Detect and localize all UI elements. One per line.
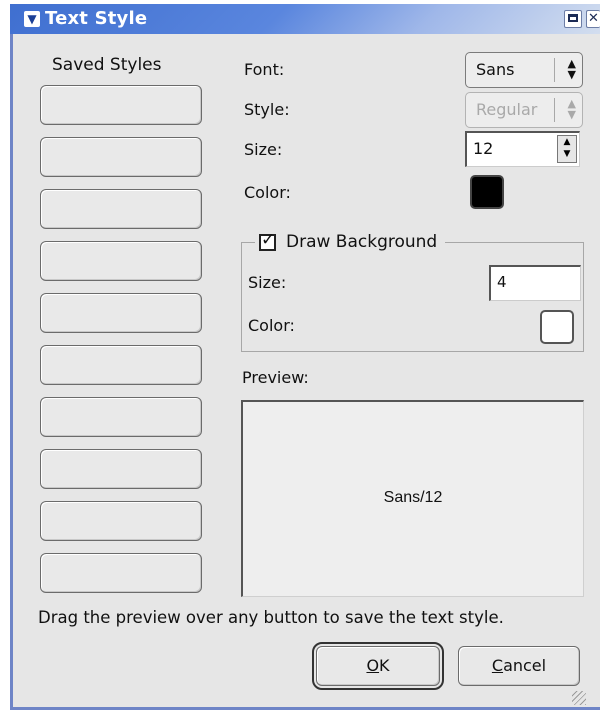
spin-arrows-icon[interactable]: ▲ ▼ <box>557 135 577 163</box>
size-label: Size: <box>244 140 283 159</box>
updown-arrows-icon: ▲ ▼ <box>567 97 576 121</box>
checkmark-icon: ✓ <box>261 229 276 250</box>
saved-style-slot-2[interactable] <box>40 137 202 177</box>
saved-style-slot-1[interactable] <box>40 85 202 125</box>
text-color-button[interactable] <box>470 175 504 209</box>
style-label: Style: <box>244 100 290 119</box>
window-title: Text Style <box>45 8 148 29</box>
style-select[interactable]: Regular ▲ ▼ <box>465 92 583 128</box>
close-icon[interactable]: ✕ <box>586 10 600 28</box>
preview-text: Sans/12 <box>383 489 443 506</box>
font-select-value: Sans <box>476 60 515 79</box>
size-value: 12 <box>473 139 494 158</box>
font-label: Font: <box>244 60 285 79</box>
saved-styles-title: Saved Styles <box>52 55 162 75</box>
saved-style-slot-10[interactable] <box>40 553 202 593</box>
background-size-field[interactable]: 4 <box>489 265 581 301</box>
preview-area[interactable]: Sans/12 <box>241 400 584 597</box>
ok-button[interactable]: OK <box>312 642 444 690</box>
saved-style-slot-4[interactable] <box>40 241 202 281</box>
maximize-icon[interactable] <box>564 10 582 28</box>
drag-hint: Drag the preview over any button to save… <box>38 608 504 627</box>
background-size-value: 4 <box>497 273 507 291</box>
saved-style-slot-7[interactable] <box>40 397 202 437</box>
background-color-button[interactable] <box>540 310 574 344</box>
saved-style-slot-3[interactable] <box>40 189 202 229</box>
font-select[interactable]: Sans ▲ ▼ <box>465 52 583 88</box>
background-color-label: Color: <box>248 316 295 335</box>
saved-style-slot-8[interactable] <box>40 449 202 489</box>
resize-grip[interactable] <box>572 691 586 705</box>
color-label: Color: <box>244 183 291 202</box>
cancel-button[interactable]: Cancel <box>458 646 580 686</box>
title-bar[interactable]: ▼ Text Style ✕ <box>10 4 600 34</box>
checkbox[interactable]: ✓ <box>259 230 276 251</box>
saved-style-slot-5[interactable] <box>40 293 202 333</box>
saved-style-slot-6[interactable] <box>40 345 202 385</box>
preview-label: Preview: <box>242 368 309 387</box>
draw-background-label: Draw Background <box>286 232 438 252</box>
background-size-label: Size: <box>248 273 287 292</box>
saved-style-slot-9[interactable] <box>40 501 202 541</box>
draw-background-toggle[interactable]: ✓ Draw Background <box>255 230 446 254</box>
chevron-down-icon[interactable]: ▼ <box>24 11 40 27</box>
updown-arrows-icon: ▲ ▼ <box>567 57 576 81</box>
style-select-value: Regular <box>476 100 538 119</box>
size-spinbutton[interactable]: 12 ▲ ▼ <box>465 131 580 167</box>
